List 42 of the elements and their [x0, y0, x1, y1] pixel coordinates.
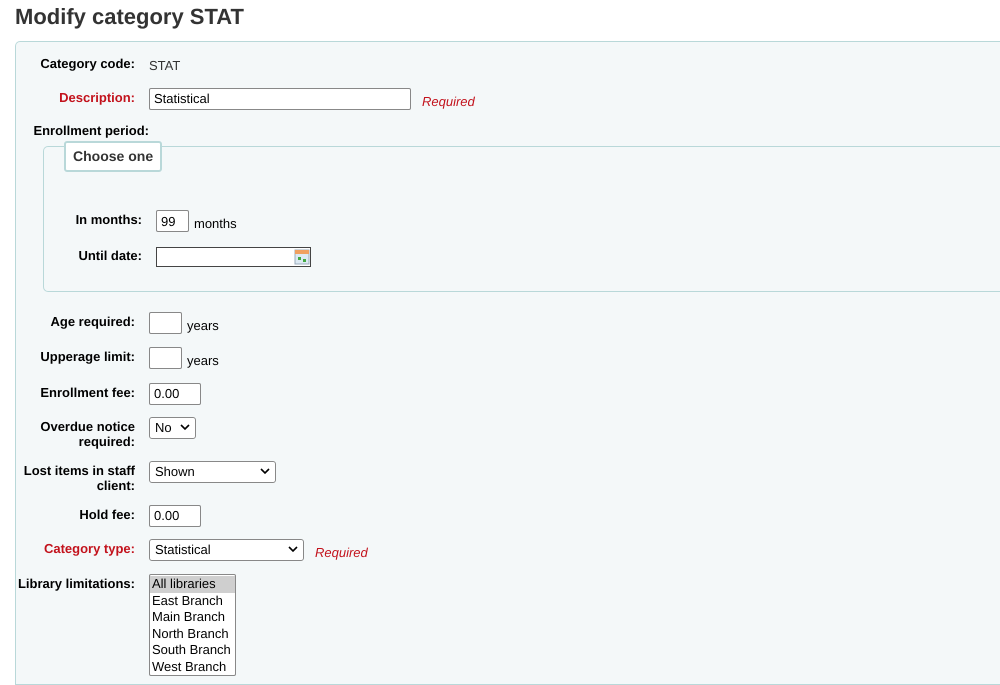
list-option[interactable]: All libraries: [150, 576, 235, 593]
input-field[interactable]: [149, 347, 182, 370]
list-option[interactable]: North Branch: [150, 626, 235, 642]
list-option[interactable]: South Branch: [150, 642, 235, 659]
library-listbox[interactable]: All libraries East Branch Main Branch North Branch South Branch West Branch: [149, 574, 236, 676]
field-label: Description:: [58, 88, 136, 105]
field-value: STAT: [149, 57, 180, 76]
dropdown[interactable]: Statistical: [149, 538, 304, 561]
field-label: Overdue notice required:: [39, 418, 136, 449]
input-field[interactable]: 99: [156, 210, 189, 232]
field-label: Library limitations:: [16, 575, 136, 592]
calendar-icon[interactable]: [294, 248, 310, 265]
field-label: Until date:: [77, 246, 143, 263]
input-field[interactable]: 0.00: [149, 382, 201, 405]
field-label: Category code:: [39, 55, 136, 72]
unit-label: years: [187, 316, 219, 335]
date-field[interactable]: [156, 246, 311, 267]
field-label: Hold fee:: [78, 506, 136, 522]
unit-label: years: [187, 352, 219, 370]
chevron-down-icon: [260, 468, 270, 476]
field-label: In months:: [74, 211, 143, 228]
page-title: Modify category STAT: [15, 4, 245, 30]
chevron-down-icon: [180, 424, 190, 432]
input-field[interactable]: Statistical: [149, 88, 411, 110]
field-label: Category type:: [42, 540, 136, 556]
list-option[interactable]: East Branch: [150, 592, 235, 610]
input-field[interactable]: [149, 312, 182, 334]
required-note: Required: [315, 544, 368, 562]
field-label: Upperage limit:: [39, 348, 136, 364]
field-label: Enrollment period:: [32, 123, 149, 138]
required-note: Required: [422, 92, 475, 111]
dropdown[interactable]: Shown: [149, 460, 276, 483]
field-label: Enrollment fee:: [39, 384, 136, 400]
input-field[interactable]: 0.00: [149, 504, 201, 527]
field-label: Lost items in staff client:: [22, 462, 136, 493]
chevron-down-icon: [288, 546, 298, 554]
dropdown[interactable]: No: [149, 416, 196, 439]
fieldset-legend: Choose one: [64, 141, 162, 172]
unit-label: months: [194, 215, 237, 234]
list-option[interactable]: West Branch: [150, 658, 235, 676]
field-label: Age required:: [49, 312, 136, 329]
list-option[interactable]: Main Branch: [150, 609, 235, 626]
